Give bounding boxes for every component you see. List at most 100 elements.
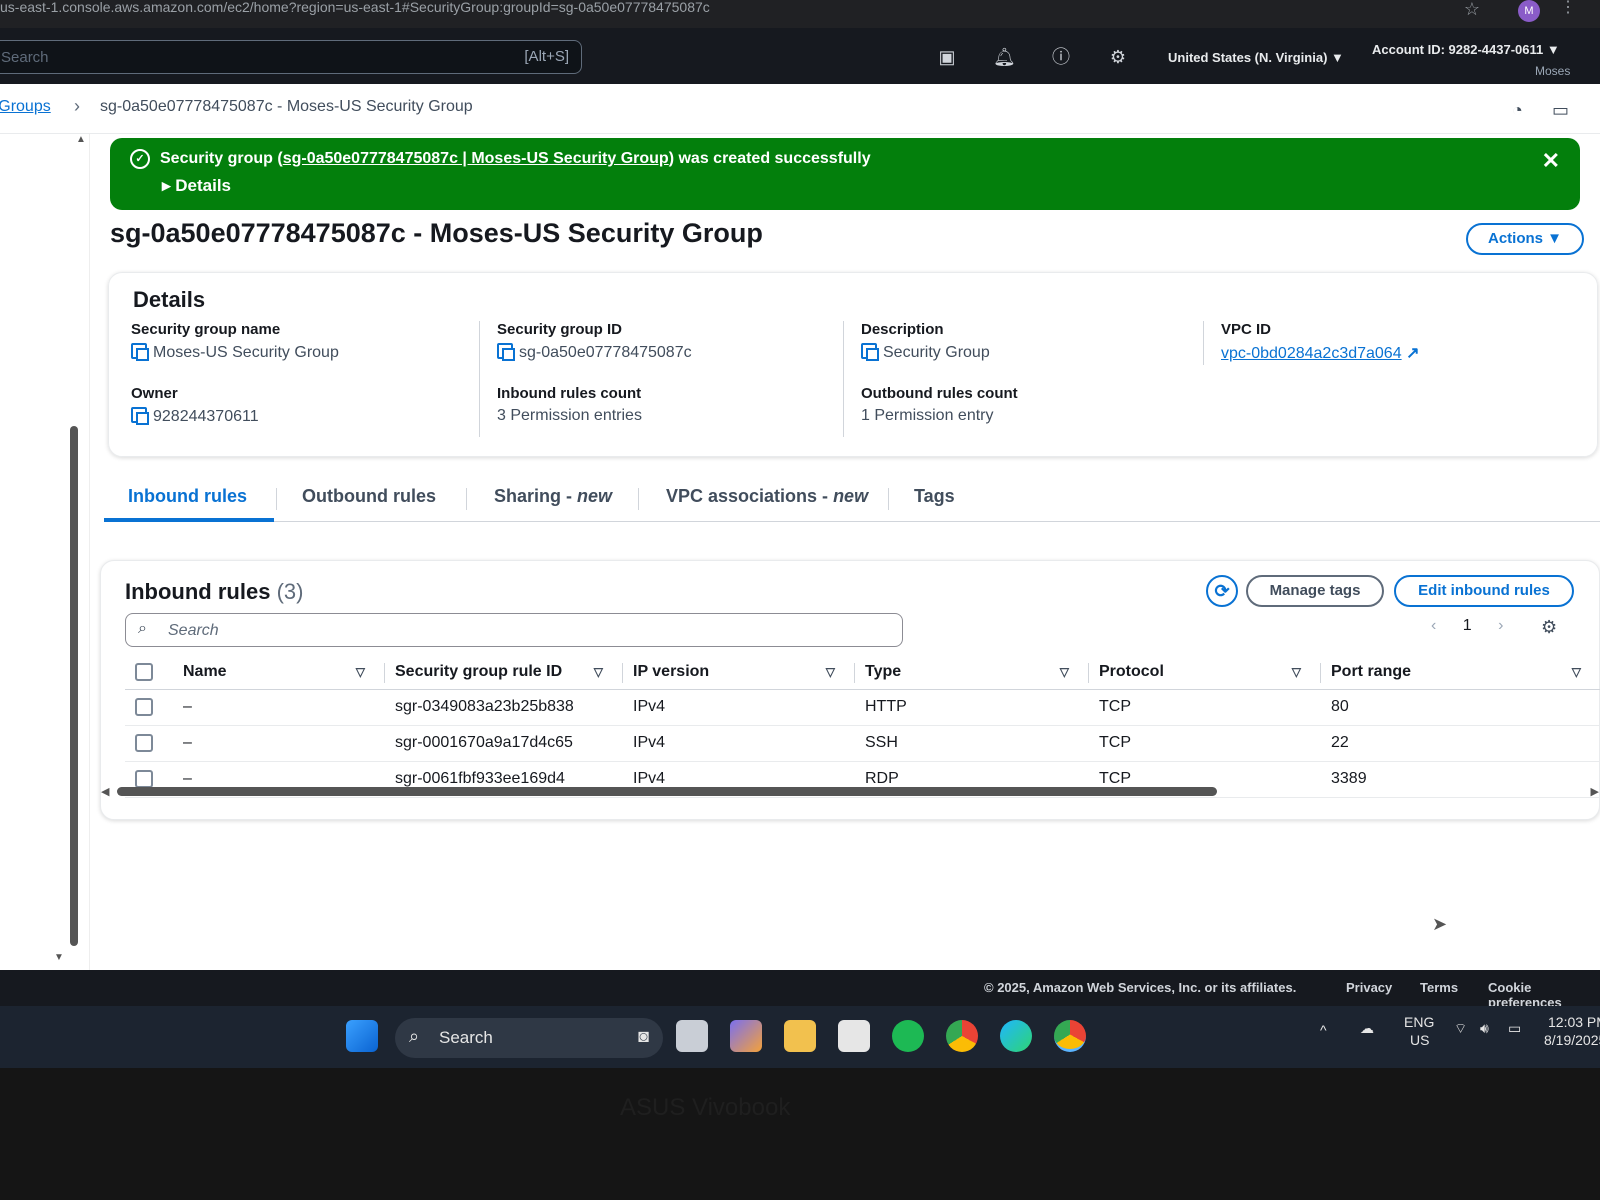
taskbar-search[interactable]: ⌕ Search ◙ xyxy=(395,1018,663,1058)
spotify-icon[interactable] xyxy=(892,1020,924,1052)
search-icon: ⌕ xyxy=(138,620,147,637)
page-number[interactable]: 1 xyxy=(1463,617,1472,635)
breadcrumb-security-groups[interactable]: Security Groups xyxy=(0,98,51,116)
col-name[interactable]: Name ▽ xyxy=(173,655,385,690)
edit-inbound-rules-button[interactable]: Edit inbound rules xyxy=(1394,575,1574,607)
help-icon[interactable]: ⓘ xyxy=(1050,46,1072,68)
inbound-rules-table: Name ▽ Security group rule ID ▽ IP version… xyxy=(125,655,1600,798)
scroll-up-arrow-icon[interactable]: ▲ xyxy=(76,134,86,145)
vertical-scrollbar[interactable] xyxy=(70,426,78,946)
account-menu[interactable]: Account ID: 9282-4437-0611 ▼ xyxy=(1372,42,1560,57)
tab-inbound-rules[interactable]: Inbound rules xyxy=(128,486,247,507)
tab-outbound-rules[interactable]: Outbound rules xyxy=(302,486,436,507)
volume-icon[interactable]: 🔊︎ xyxy=(1480,1020,1489,1037)
tab-bar: Inbound rules Outbound rules Sharing - n… xyxy=(104,472,1600,522)
language-region[interactable]: US xyxy=(1410,1032,1429,1048)
language-primary[interactable]: ENG xyxy=(1404,1014,1434,1030)
user-name: Moses xyxy=(1535,64,1571,78)
prev-page-icon[interactable]: ‹ xyxy=(1431,617,1436,635)
browser-menu-icon[interactable]: ⋮ xyxy=(1560,0,1576,16)
table-row[interactable]: – sgr-0001670a9a17d4c65 IPv4 SSH TCP 22 xyxy=(125,725,1600,762)
profile-avatar[interactable]: M xyxy=(1518,0,1540,22)
edge-icon[interactable] xyxy=(1000,1020,1032,1052)
region-selector[interactable]: United States (N. Virginia) ▼ xyxy=(1168,50,1344,65)
row-checkbox[interactable] xyxy=(135,769,153,788)
taskbar-search-label: Search xyxy=(439,1028,493,1047)
sort-icon[interactable]: ▽ xyxy=(1060,665,1069,679)
settings-gear-icon[interactable]: ⚙ xyxy=(1107,46,1129,68)
ms-store-icon[interactable] xyxy=(838,1020,870,1052)
notifications-bell-icon[interactable]: 🔔︎ xyxy=(993,46,1016,68)
tab-sharing[interactable]: Sharing - new xyxy=(494,486,612,507)
col-rule-id[interactable]: Security group rule ID ▽ xyxy=(385,655,623,690)
outbound-count-field: Outbound rules count 1 Permission entry xyxy=(861,385,1018,424)
side-navigation-rail: ▲ ▼ xyxy=(0,134,90,970)
tray-overflow-icon[interactable]: ^ xyxy=(1320,1022,1327,1038)
copilot-icon[interactable] xyxy=(730,1020,762,1052)
task-view-icon[interactable] xyxy=(676,1020,708,1052)
vpc-id-link[interactable]: vpc-0bd0284a2c3d7a064 xyxy=(1221,345,1402,362)
flash-sg-link[interactable]: sg-0a50e07778475087c | Moses-US Security… xyxy=(283,150,669,167)
file-explorer-icon[interactable] xyxy=(784,1020,816,1052)
clock-date[interactable]: 8/19/2025 xyxy=(1544,1032,1600,1048)
sort-icon[interactable]: ▽ xyxy=(356,665,365,679)
tab-vpc-associations[interactable]: VPC associations - new xyxy=(666,486,868,507)
select-all-checkbox[interactable] xyxy=(135,662,153,681)
copy-icon[interactable] xyxy=(131,343,149,361)
manage-tags-button[interactable]: Manage tags xyxy=(1246,575,1384,607)
windows-start-icon[interactable] xyxy=(346,1020,378,1052)
actions-button[interactable]: Actions ▼ xyxy=(1466,223,1584,255)
terms-link[interactable]: Terms xyxy=(1420,980,1458,995)
chrome-profile-icon[interactable] xyxy=(1054,1020,1086,1052)
row-checkbox[interactable] xyxy=(135,697,153,716)
horizontal-scrollbar[interactable] xyxy=(117,787,1217,796)
col-type[interactable]: Type ▽ xyxy=(855,655,1089,690)
refresh-button[interactable]: ⟳ xyxy=(1206,575,1238,607)
wifi-icon[interactable]: ⌔ xyxy=(1454,1020,1467,1038)
sort-icon[interactable]: ▽ xyxy=(594,665,603,679)
battery-icon[interactable]: ▭ xyxy=(1508,1020,1521,1037)
privacy-link[interactable]: Privacy xyxy=(1346,980,1392,995)
scroll-left-arrow-icon[interactable]: ◀ xyxy=(101,785,109,798)
cell-rule-id: sgr-0349083a23b25b838 xyxy=(385,689,623,726)
cell-ip-version: IPv4 xyxy=(623,725,855,762)
success-flashbar: ✓ Security group (sg-0a50e07778475087c |… xyxy=(110,138,1580,210)
external-link-icon[interactable]: ↗ xyxy=(1406,345,1419,362)
refresh-icon: ⟳ xyxy=(1214,581,1230,601)
scroll-down-arrow-icon[interactable]: ▼ xyxy=(54,952,64,963)
copy-icon[interactable] xyxy=(131,407,149,425)
cloudshell-icon[interactable]: ▣ xyxy=(936,46,958,68)
sort-icon[interactable]: ▽ xyxy=(826,665,835,679)
col-protocol[interactable]: Protocol ▽ xyxy=(1089,655,1321,690)
console-footer: © 2025, Amazon Web Services, Inc. or its… xyxy=(0,970,1600,1010)
sort-icon[interactable]: ▽ xyxy=(1572,665,1581,679)
col-port-range[interactable]: Port range ▽ xyxy=(1321,655,1600,690)
scroll-right-arrow-icon[interactable]: ▶ xyxy=(1591,785,1599,798)
onedrive-cloud-icon[interactable]: ☁ xyxy=(1360,1020,1374,1037)
search-shortcut: [Alt+S] xyxy=(524,48,569,65)
flash-details-toggle[interactable]: ▸ Details xyxy=(162,176,231,196)
cell-name: – xyxy=(173,689,385,726)
mouse-cursor-icon: ➤ xyxy=(1432,914,1448,934)
address-bar[interactable]: us-east-1.console.aws.amazon.com/ec2/hom… xyxy=(0,0,710,14)
tab-tags[interactable]: Tags xyxy=(914,486,955,507)
copy-icon[interactable] xyxy=(861,343,879,361)
table-row[interactable]: – sgr-0349083a23b25b838 IPv4 HTTP TCP 80 xyxy=(125,689,1600,726)
next-page-icon[interactable]: › xyxy=(1498,617,1503,635)
sort-icon[interactable]: ▽ xyxy=(1292,665,1301,679)
bookmark-star-icon[interactable]: ☆ xyxy=(1464,0,1480,18)
unified-search-input[interactable]: Search [Alt+S] xyxy=(0,40,582,74)
panel-icon[interactable]: ▭ xyxy=(1552,100,1569,121)
col-ip-version[interactable]: IP version ▽ xyxy=(623,655,855,690)
aws-top-nav: Search [Alt+S] ▣ 🔔︎ ⓘ ⚙ United States (N… xyxy=(0,28,1600,84)
cell-port-range: 22 xyxy=(1321,725,1600,762)
row-checkbox[interactable] xyxy=(135,733,153,752)
preferences-gear-icon[interactable]: ⚙ xyxy=(1541,617,1557,638)
chrome-icon[interactable] xyxy=(946,1020,978,1052)
feedback-icon[interactable]: ◔ xyxy=(1512,100,1523,121)
close-icon[interactable]: ✕ xyxy=(1542,148,1560,174)
rules-search-input[interactable]: ⌕ Search xyxy=(125,613,903,647)
copyright-text: © 2025, Amazon Web Services, Inc. or its… xyxy=(984,980,1297,995)
copy-icon[interactable] xyxy=(497,343,515,361)
clock-time[interactable]: 12:03 PM xyxy=(1548,1014,1600,1030)
